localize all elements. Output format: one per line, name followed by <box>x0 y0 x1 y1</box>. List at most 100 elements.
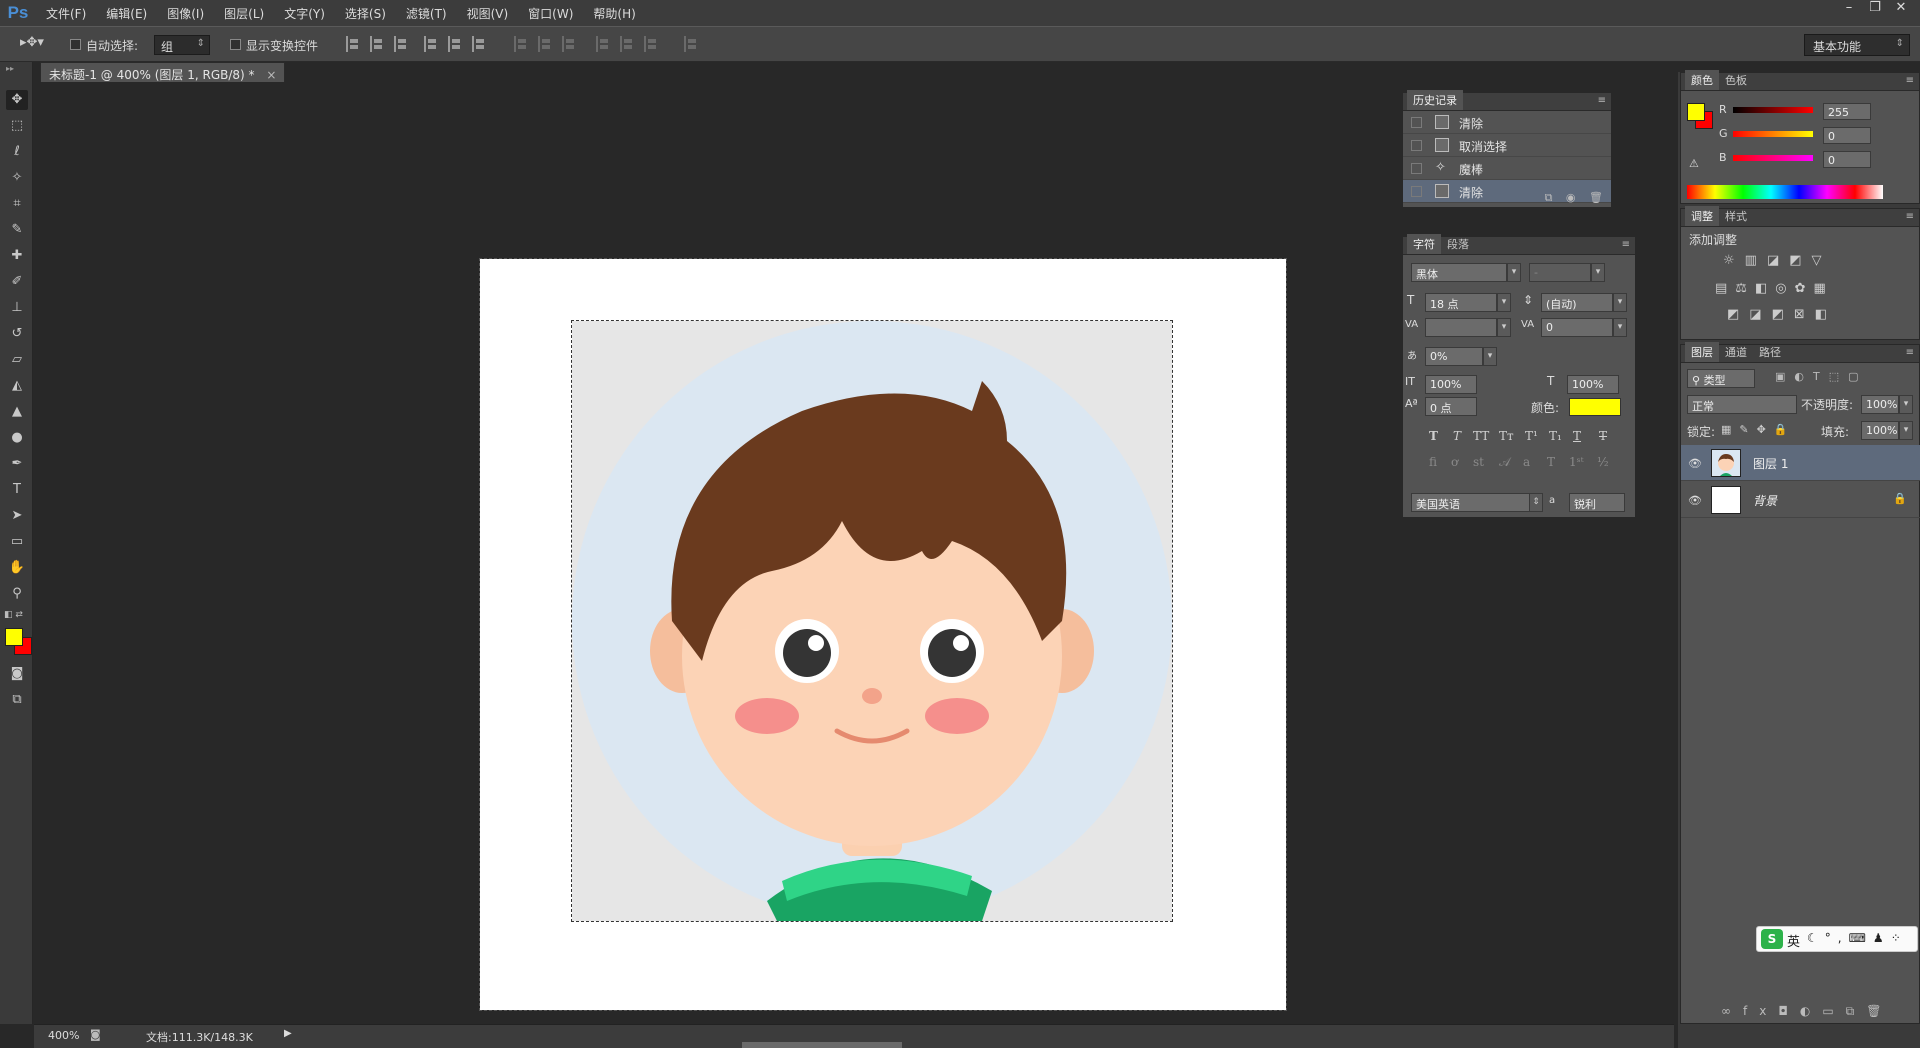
tab-paragraph[interactable]: 段落 <box>1441 234 1475 254</box>
status-menu-icon[interactable]: ◙ <box>90 1028 101 1041</box>
eye-icon[interactable]: 👁 <box>1688 457 1702 470</box>
chevron-down-icon[interactable]: ⇕ <box>1529 493 1543 512</box>
language-select[interactable]: 美国英语 <box>1411 493 1541 512</box>
horizontal-scale-field[interactable]: 100% <box>1567 375 1619 394</box>
user-icon[interactable]: ♟ <box>1873 931 1891 945</box>
distribute-top-icon[interactable] <box>514 36 528 52</box>
auto-select-dropdown[interactable]: 组 <box>154 35 210 55</box>
hand-tool-icon[interactable]: ✋ <box>6 558 28 578</box>
opacity-field[interactable]: 100% <box>1861 395 1899 414</box>
chevron-down-icon[interactable]: ▾ <box>1497 293 1511 312</box>
path-select-icon[interactable]: ➤ <box>6 506 28 526</box>
vertical-scale-field[interactable]: 100% <box>1425 375 1477 394</box>
restore-button[interactable]: ❐ <box>1862 0 1888 18</box>
tab-channels[interactable]: 通道 <box>1719 342 1753 362</box>
trash-icon[interactable]: 🗑 <box>1866 1004 1893 1018</box>
menu-help[interactable]: 帮助(H) <box>583 5 645 22</box>
distribute-hcenter-icon[interactable] <box>620 36 634 52</box>
layer-kind-filter[interactable]: ⚲ 类型 <box>1687 369 1755 388</box>
history-item[interactable]: 取消选择 <box>1403 134 1611 157</box>
gradient-map-icon[interactable]: ⊠ <box>1794 307 1815 322</box>
pen-tool-icon[interactable]: ✒ <box>6 454 28 474</box>
default-colors-icon[interactable]: ◧ ⇄ <box>4 610 23 620</box>
tab-adjustments[interactable]: 调整 <box>1685 206 1719 226</box>
shape-tool-icon[interactable]: ▭ <box>6 532 28 552</box>
play-arrow-icon[interactable]: ▶ <box>284 1028 292 1039</box>
panel-menu-icon[interactable]: ≡ <box>1906 211 1914 222</box>
punctuation-icon[interactable]: °, <box>1825 931 1849 945</box>
eye-icon[interactable]: 👁 <box>1688 494 1702 507</box>
collapse-icon[interactable]: ▸▸ <box>6 64 14 73</box>
tab-styles[interactable]: 样式 <box>1719 206 1753 226</box>
swash-icon[interactable]: 𝒜 <box>1499 455 1510 470</box>
tab-layers[interactable]: 图层 <box>1685 342 1719 362</box>
new-adjustment-icon[interactable]: ◐ <box>1800 1004 1822 1018</box>
lock-pixels-icon[interactable]: ✎ <box>1739 423 1756 436</box>
faux-italic-icon[interactable]: T <box>1453 429 1461 443</box>
menu-image[interactable]: 图像(I) <box>157 5 214 22</box>
chevron-down-icon[interactable]: ▾ <box>1497 318 1511 337</box>
b-slider[interactable] <box>1733 155 1813 161</box>
type-tool-icon[interactable]: T <box>6 480 28 500</box>
faux-bold-icon[interactable]: T <box>1429 429 1438 443</box>
b-field[interactable]: 0 <box>1823 151 1871 168</box>
zoom-level[interactable]: 400% <box>48 1029 79 1042</box>
panel-menu-icon[interactable]: ≡ <box>1906 347 1914 358</box>
layer-name[interactable]: 背景 <box>1753 492 1777 509</box>
g-field[interactable]: 0 <box>1823 127 1871 144</box>
exposure-icon[interactable]: ◩ <box>1789 253 1811 268</box>
chevron-down-icon[interactable]: ▾ <box>1899 395 1913 414</box>
lock-position-icon[interactable]: ✥ <box>1757 423 1774 436</box>
menu-file[interactable]: 文件(F) <box>36 5 96 22</box>
channel-mixer-icon[interactable]: ✿ <box>1795 281 1814 296</box>
canvas-area[interactable] <box>34 82 1674 1024</box>
fx-icon[interactable]: fx <box>1743 1004 1778 1018</box>
distribute-left-icon[interactable] <box>596 36 610 52</box>
document-canvas[interactable] <box>479 258 1287 1011</box>
history-item[interactable]: ✧ 魔棒 <box>1403 157 1611 180</box>
menu-layer[interactable]: 图层(L) <box>214 5 274 22</box>
menu-select[interactable]: 选择(S) <box>335 5 396 22</box>
align-right-icon[interactable] <box>472 36 486 52</box>
move-tool-icon[interactable]: ✥ <box>6 90 28 110</box>
tab-character[interactable]: 字符 <box>1407 234 1441 254</box>
strikethrough-icon[interactable]: T <box>1599 429 1607 443</box>
hue-saturation-icon[interactable]: ▤ <box>1715 281 1735 296</box>
photo-filter-icon[interactable]: ◎ <box>1775 281 1794 296</box>
smart-object-filter-icon[interactable]: ▢ <box>1848 370 1867 383</box>
small-caps-icon[interactable]: Tт <box>1499 429 1514 443</box>
history-checkbox[interactable] <box>1411 163 1422 174</box>
clone-stamp-icon[interactable]: ⊥ <box>6 298 28 318</box>
chevron-down-icon[interactable]: ▾ <box>1483 347 1497 366</box>
r-field[interactable]: 255 <box>1823 103 1871 120</box>
color-balance-icon[interactable]: ⚖ <box>1735 281 1755 296</box>
history-brush-icon[interactable]: ↺ <box>6 324 28 344</box>
menu-edit[interactable]: 编辑(E) <box>96 5 157 22</box>
align-top-icon[interactable] <box>346 36 360 52</box>
distribute-right-icon[interactable] <box>644 36 658 52</box>
trash-icon[interactable]: 🗑 <box>1589 191 1603 204</box>
g-slider[interactable] <box>1733 131 1813 137</box>
antialias-select[interactable]: 锐利 <box>1569 493 1625 512</box>
close-button[interactable]: ✕ <box>1888 0 1914 18</box>
blur-tool-icon[interactable]: ▲ <box>6 402 28 422</box>
levels-icon[interactable]: ▥ <box>1745 253 1767 268</box>
healing-brush-icon[interactable]: ✚ <box>6 246 28 266</box>
baseline-shift-field[interactable]: 0 点 <box>1425 397 1477 416</box>
foreground-color-swatch[interactable] <box>5 628 23 646</box>
marquee-tool-icon[interactable]: ⬚ <box>6 116 28 136</box>
history-checkbox[interactable] <box>1411 117 1422 128</box>
tab-swatches[interactable]: 色板 <box>1719 70 1753 90</box>
snapshot-icon[interactable]: ◉ <box>1566 191 1576 204</box>
blend-mode-select[interactable]: 正常 <box>1687 395 1797 414</box>
keyboard-icon[interactable]: ⌨ <box>1849 931 1873 945</box>
text-color-swatch[interactable] <box>1569 398 1621 416</box>
magic-wand-icon[interactable]: ✧ <box>6 168 28 188</box>
new-group-icon[interactable]: ▭ <box>1822 1004 1845 1018</box>
kerning-field[interactable] <box>1425 318 1497 337</box>
brush-tool-icon[interactable]: ✐ <box>6 272 28 292</box>
eyedropper-tool-icon[interactable]: ✎ <box>6 220 28 240</box>
color-ramp[interactable] <box>1687 185 1883 199</box>
align-vcenter-icon[interactable] <box>370 36 384 52</box>
add-mask-icon[interactable]: ◘ <box>1778 1004 1800 1018</box>
